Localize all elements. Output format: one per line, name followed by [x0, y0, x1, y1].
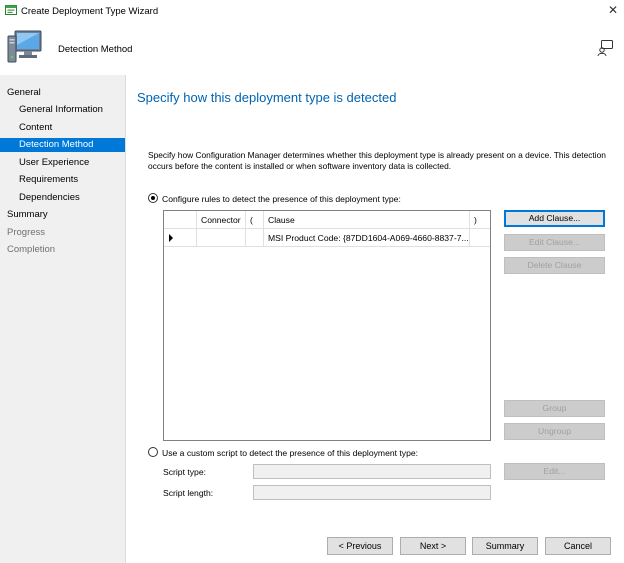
wizard-banner: Detection Method — [0, 22, 624, 75]
grid-header-open-paren[interactable]: ( — [246, 211, 264, 229]
nav-item-dependencies[interactable]: Dependencies — [0, 191, 125, 205]
computer-icon — [7, 30, 42, 63]
script-type-label: Script type: — [163, 467, 206, 477]
nav-item-general-information[interactable]: General Information — [0, 103, 125, 117]
table-row-clause[interactable]: MSI Product Code: {87DD1604-A069-4660-88… — [264, 229, 470, 247]
nav-item-general[interactable]: General — [0, 86, 125, 100]
page-description: Specify how Configuration Manager determ… — [148, 150, 606, 171]
grid-header-connector[interactable]: Connector — [197, 211, 246, 229]
edit-clause-button[interactable]: Edit Clause... — [504, 234, 605, 251]
table-row-close-paren[interactable] — [470, 229, 490, 247]
add-clause-button[interactable]: Add Clause... — [504, 210, 605, 227]
script-type-field — [253, 464, 491, 479]
nav-item-completion: Completion — [7, 244, 56, 255]
group-button[interactable]: Group — [504, 400, 605, 417]
rules-radio[interactable] — [148, 193, 158, 203]
custom-script-radio-label[interactable]: Use a custom script to detect the presen… — [162, 448, 418, 458]
clause-grid[interactable]: Connector ( Clause ) MSI Product Code: {… — [163, 210, 491, 441]
wizard-app-icon — [5, 5, 17, 15]
page-heading: Specify how this deployment type is dete… — [137, 90, 397, 105]
window-title: Create Deployment Type Wizard — [21, 6, 159, 17]
nav-item-user-experience[interactable]: User Experience — [0, 156, 125, 170]
grid-header-clause[interactable]: Clause — [264, 211, 470, 229]
wizard-nav: General General Information Content Dete… — [0, 75, 126, 563]
grid-header-corner — [164, 211, 197, 229]
cancel-button[interactable]: Cancel — [545, 537, 611, 555]
banner-page-name: Detection Method — [58, 44, 133, 55]
custom-script-radio[interactable] — [148, 447, 158, 457]
delete-clause-button[interactable]: Delete Clause — [504, 257, 605, 274]
help-person-icon[interactable] — [596, 39, 614, 57]
nav-item-progress: Progress — [7, 227, 46, 238]
title-bar: Create Deployment Type Wizard ✕ — [0, 0, 624, 22]
nav-item-content[interactable]: Content — [0, 121, 125, 135]
previous-button[interactable]: < Previous — [327, 537, 393, 555]
row-arrow-icon — [169, 234, 173, 242]
script-length-field — [253, 485, 491, 500]
summary-button[interactable]: Summary — [472, 537, 538, 555]
nav-item-detection-method[interactable]: Detection Method — [0, 138, 125, 152]
rules-radio-label[interactable]: Configure rules to detect the presence o… — [162, 194, 401, 204]
nav-item-requirements[interactable]: Requirements — [0, 173, 125, 187]
nav-item-summary[interactable]: Summary — [0, 208, 125, 222]
close-icon[interactable]: ✕ — [606, 3, 620, 17]
next-button[interactable]: Next > — [400, 537, 466, 555]
script-length-label: Script length: — [163, 488, 214, 498]
row-indicator[interactable] — [164, 229, 197, 247]
table-row-connector[interactable] — [197, 229, 246, 247]
table-row-open-paren[interactable] — [246, 229, 264, 247]
ungroup-button[interactable]: Ungroup — [504, 423, 605, 440]
edit-script-button[interactable]: Edit... — [504, 463, 605, 480]
grid-header-close-paren[interactable]: ) — [470, 211, 490, 229]
